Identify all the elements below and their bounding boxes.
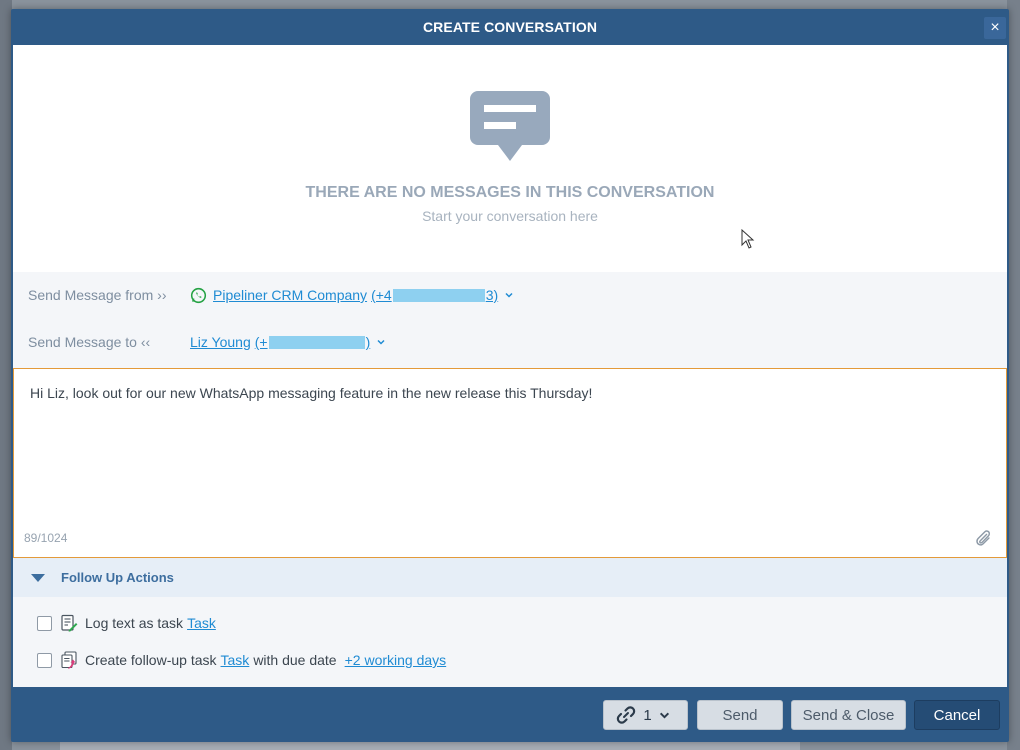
create-follow-up-task-link[interactable]: Task [221, 652, 250, 668]
redacted-phone-from [392, 288, 485, 302]
empty-state: THERE ARE NO MESSAGES IN THIS CONVERSATI… [13, 45, 1007, 272]
linked-items-count: 1 [643, 706, 652, 724]
follow-up-actions-header[interactable]: Follow Up Actions [13, 558, 1007, 597]
empty-state-title: THERE ARE NO MESSAGES IN THIS CONVERSATI… [305, 184, 715, 201]
send-to-phone-prefix[interactable]: (+ [255, 334, 268, 350]
modal-body: THERE ARE NO MESSAGES IN THIS CONVERSATI… [13, 45, 1007, 687]
chevron-down-icon[interactable] [504, 290, 514, 300]
task-followup-icon [61, 651, 77, 669]
modal-title: CREATE CONVERSATION [422, 19, 598, 35]
modal-footer: 1 Send Send & Close Cancel [11, 687, 1009, 742]
send-from-phone-prefix[interactable]: (+4 [371, 287, 392, 303]
send-from-row: Send Message from ›› Pipeliner CRM Compa… [13, 272, 1007, 318]
create-follow-up-label: Create follow-up task [85, 652, 217, 668]
log-text-row: Log text as task Task [37, 614, 216, 632]
redacted-phone-to [268, 335, 365, 349]
send-to-name[interactable]: Liz Young [190, 334, 251, 350]
send-from-phone-suffix[interactable]: 3) [486, 287, 498, 303]
send-from-selector[interactable]: Pipeliner CRM Company (+4 3) [190, 287, 514, 304]
linked-items-button[interactable]: 1 [603, 700, 688, 730]
character-counter: 89/1024 [24, 531, 68, 545]
empty-state-subtitle: Start your conversation here [422, 208, 598, 224]
chevron-down-icon[interactable] [376, 337, 386, 347]
send-to-label: Send Message to ‹‹ [28, 334, 151, 350]
collapse-triangle-icon[interactable] [31, 574, 45, 582]
due-date-label: with due date [253, 652, 337, 668]
send-to-selector[interactable]: Liz Young (+ ) [190, 334, 386, 350]
send-rows: Send Message from ›› Pipeliner CRM Compa… [13, 272, 1007, 368]
paperclip-icon[interactable] [974, 529, 992, 547]
mouse-pointer-icon [741, 229, 755, 249]
follow-up-actions-body: Log text as task Task Create follow-up t… [13, 597, 1007, 687]
link-icon [617, 706, 636, 724]
send-to-row: Send Message to ‹‹ Liz Young (+ ) [13, 319, 1007, 365]
message-input[interactable]: Hi Liz, look out for our new WhatsApp me… [30, 385, 980, 505]
follow-up-actions-title: Follow Up Actions [61, 570, 174, 585]
whatsapp-icon [190, 287, 207, 303]
create-conversation-modal: CREATE CONVERSATION × THERE ARE NO MESSA… [11, 9, 1009, 742]
send-and-close-button[interactable]: Send & Close [791, 700, 906, 730]
task-log-icon [61, 614, 78, 632]
cancel-button[interactable]: Cancel [914, 700, 1000, 730]
chat-bubble-icon [470, 91, 550, 161]
create-follow-up-row: Create follow-up task Task with due date… [37, 651, 446, 669]
send-button[interactable]: Send [697, 700, 783, 730]
send-from-label: Send Message from ›› [28, 287, 167, 303]
send-from-name[interactable]: Pipeliner CRM Company [213, 287, 367, 303]
log-text-label: Log text as task [85, 615, 184, 631]
modal-header: CREATE CONVERSATION × [11, 9, 1009, 45]
message-composer: Hi Liz, look out for our new WhatsApp me… [13, 368, 1007, 558]
log-text-checkbox[interactable] [37, 615, 52, 631]
close-button[interactable]: × [984, 17, 1006, 39]
send-to-phone-suffix[interactable]: ) [366, 334, 371, 350]
chevron-down-icon [659, 712, 669, 719]
log-text-task-link[interactable]: Task [187, 615, 216, 631]
due-date-link[interactable]: +2 working days [345, 652, 447, 668]
create-follow-up-checkbox[interactable] [37, 652, 52, 668]
